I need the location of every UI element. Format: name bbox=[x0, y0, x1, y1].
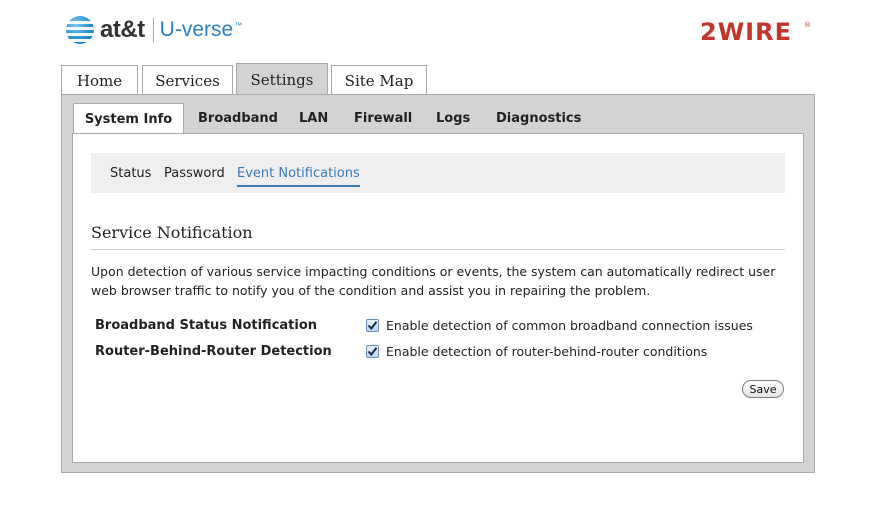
broadband-status-checkbox[interactable] bbox=[366, 319, 379, 332]
subtab-lan[interactable]: LAN bbox=[299, 103, 328, 133]
svg-text:2WIRE: 2WIRE bbox=[700, 18, 792, 44]
content-area: Status Password Event Notifications Serv… bbox=[72, 133, 804, 463]
tab-home[interactable]: Home bbox=[61, 65, 138, 95]
brand-divider bbox=[152, 18, 154, 42]
att-uverse-logo: at&t U-verse™ bbox=[66, 14, 242, 46]
subnav-password[interactable]: Password bbox=[164, 153, 225, 193]
settings-panel: System Info Broadband LAN Firewall Logs … bbox=[61, 94, 815, 473]
checkmark-icon bbox=[367, 321, 378, 331]
subtab-diagnostics[interactable]: Diagnostics bbox=[496, 103, 581, 133]
tab-site-map[interactable]: Site Map bbox=[331, 65, 427, 95]
section-divider bbox=[91, 249, 785, 250]
att-globe-icon bbox=[66, 16, 94, 44]
router-behind-router-checkbox-label[interactable]: Enable detection of router-behind-router… bbox=[386, 344, 707, 359]
brand-name: at&t bbox=[100, 16, 145, 43]
2wire-logo: 2WIRE ® bbox=[700, 18, 812, 46]
svg-text:®: ® bbox=[804, 21, 811, 29]
subnav-event-notifications[interactable]: Event Notifications bbox=[237, 153, 360, 193]
system-info-subnav: Status Password Event Notifications bbox=[91, 153, 785, 193]
checkmark-icon bbox=[367, 347, 378, 357]
tab-settings[interactable]: Settings bbox=[236, 63, 328, 96]
save-button[interactable]: Save bbox=[742, 380, 784, 398]
section-description: Upon detection of various service impact… bbox=[91, 264, 776, 298]
tab-services[interactable]: Services bbox=[142, 65, 233, 95]
router-behind-router-label: Router-Behind-Router Detection bbox=[95, 344, 332, 359]
subtab-system-info[interactable]: System Info bbox=[73, 103, 184, 135]
section-title: Service Notification bbox=[91, 223, 253, 242]
subtab-logs[interactable]: Logs bbox=[436, 103, 470, 133]
brand-product: U-verse™ bbox=[159, 18, 243, 41]
broadband-status-checkbox-label[interactable]: Enable detection of common broadband con… bbox=[386, 318, 753, 333]
subtab-firewall[interactable]: Firewall bbox=[354, 103, 412, 133]
subnav-status[interactable]: Status bbox=[110, 153, 151, 193]
subtab-broadband[interactable]: Broadband bbox=[198, 103, 278, 133]
broadband-status-label: Broadband Status Notification bbox=[95, 318, 318, 333]
router-behind-router-checkbox[interactable] bbox=[366, 345, 379, 358]
